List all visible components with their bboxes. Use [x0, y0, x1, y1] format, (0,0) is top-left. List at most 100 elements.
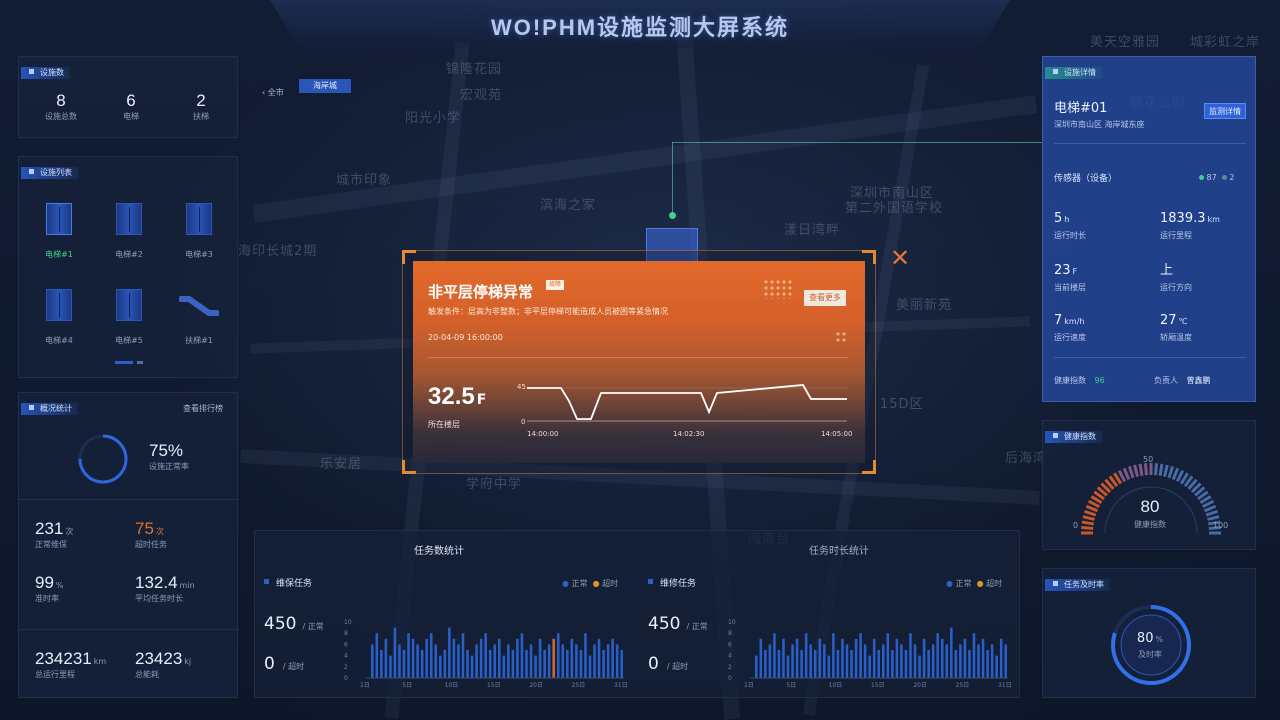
bar [995, 655, 998, 678]
bar [543, 650, 546, 678]
bar [986, 650, 989, 678]
bar [398, 644, 401, 678]
chart-legend: ● 正常 ● 超时 [946, 579, 1003, 588]
bar [579, 650, 583, 678]
monitor-detail-button[interactable]: 监测详情 [1204, 103, 1246, 119]
x-tick: 1日 [360, 682, 370, 689]
bar [809, 644, 812, 678]
health-label: 健康指数 [1134, 520, 1166, 529]
y-tick: 2 [344, 664, 348, 671]
bar [936, 633, 939, 678]
x-tick: 31日 [614, 682, 628, 689]
bar [909, 633, 912, 678]
health-panel: 健康指数 50 0 100 80 健康指数 [1042, 420, 1256, 550]
bar [818, 638, 822, 678]
map-label: 宏观苑 [460, 88, 503, 103]
ontime-value: 80 [1136, 631, 1154, 646]
bar [380, 650, 383, 678]
facility-list-item[interactable]: 扶梯#1 [179, 289, 219, 351]
bar [479, 638, 483, 678]
gauge-tick [1163, 464, 1169, 477]
total-count: 8 [56, 91, 66, 110]
bar [759, 638, 763, 678]
close-icon[interactable]: ✕ [888, 246, 912, 270]
bar [945, 644, 949, 678]
timeout-task-count: 0/ 超时 [264, 654, 305, 674]
total-count-label: 设施总数 [45, 112, 77, 121]
facility-list-item[interactable]: 电梯#5 [109, 289, 149, 351]
stat-label: 总运行里程 [35, 670, 75, 679]
bar [620, 650, 623, 678]
stat-label: 平均任务时长 [135, 594, 183, 603]
escalator-icon [179, 296, 219, 316]
chart-subtitle: 维修任务 [660, 579, 697, 589]
bar [461, 633, 465, 678]
stat-value: 132.4 [135, 573, 178, 592]
back-link[interactable]: ‹ 全市 [262, 88, 284, 97]
bar [425, 638, 428, 678]
grid-icon [763, 279, 793, 299]
current-area-tag[interactable]: 海岸城 [299, 79, 351, 93]
bar [402, 650, 406, 678]
normal-task-count: 450/ 正常 [264, 614, 324, 634]
pager-dots[interactable] [115, 361, 145, 364]
metric-unit: h [1064, 215, 1070, 224]
stat-unit: 次 [155, 527, 164, 536]
bar [922, 638, 926, 678]
bar [904, 650, 908, 678]
facility-list-label: 电梯#5 [115, 336, 143, 345]
bar [389, 655, 392, 678]
stat-value: 99 [35, 573, 54, 592]
facility-list-item[interactable]: 电梯#3 [179, 203, 219, 265]
normal-task-count: 450/ 正常 [648, 614, 708, 634]
elevator-icon [116, 289, 142, 321]
stat-value: 234231 [35, 649, 92, 668]
stat-label: 正常维保 [35, 540, 67, 549]
metric-unit: km/h [1064, 317, 1085, 326]
alert-condition: 触发条件：层高为非整数；非平层停梯可能造成人员被困等紧急情况 [428, 307, 668, 316]
bar [443, 650, 447, 678]
map-label: 后海湾 [1005, 451, 1048, 466]
floor-series-line [527, 384, 847, 420]
y-tick: 0 [344, 675, 348, 682]
elevator-icon [46, 289, 72, 321]
metric-value: 23 [1054, 263, 1071, 278]
bar [823, 644, 826, 678]
bar [804, 633, 808, 678]
bar [895, 638, 899, 678]
x-tick: 5日 [402, 682, 412, 689]
bar [371, 644, 374, 678]
facility-list-label: 电梯#4 [45, 336, 73, 345]
bar [768, 644, 772, 678]
gauge-mid-label: 50 [1143, 455, 1154, 464]
gauge-tick [1144, 463, 1148, 476]
map-label: 学府中学 [466, 477, 523, 492]
x-tick: 25日 [956, 682, 970, 689]
facility-list-item[interactable]: 电梯#4 [39, 289, 79, 351]
bar [448, 627, 451, 678]
chart-subtitle: 维保任务 [276, 579, 313, 589]
bar [525, 650, 528, 678]
gauge-tick [1158, 463, 1164, 476]
bar [534, 655, 537, 678]
alert-badge: 故障 [546, 280, 565, 290]
normal-rate-ring [78, 434, 128, 484]
bar [918, 655, 921, 678]
detail-metric: 1839.3 km 运行里程 [1160, 207, 1220, 241]
bar [977, 644, 980, 678]
chart-x-tick-end: 14:05:00 [821, 430, 853, 438]
facility-list-item[interactable]: 电梯#1 [39, 203, 79, 265]
ranking-link[interactable]: 查看排行榜 [183, 403, 223, 414]
chart-x-tick-mid: 14:02:30 [673, 430, 705, 438]
view-more-button[interactable]: 查看更多 [804, 290, 846, 306]
gauge-tick [1154, 463, 1158, 476]
facility-list-item[interactable]: 电梯#2 [109, 203, 149, 265]
y-tick: 2 [728, 664, 732, 671]
y-tick: 6 [728, 641, 732, 648]
bar [502, 655, 506, 678]
sensor-off-count: 2 [1229, 173, 1235, 182]
bar [606, 644, 610, 678]
map-label: 城市印象 [336, 173, 393, 188]
bar [507, 644, 510, 678]
y-tick: 10 [344, 619, 352, 626]
